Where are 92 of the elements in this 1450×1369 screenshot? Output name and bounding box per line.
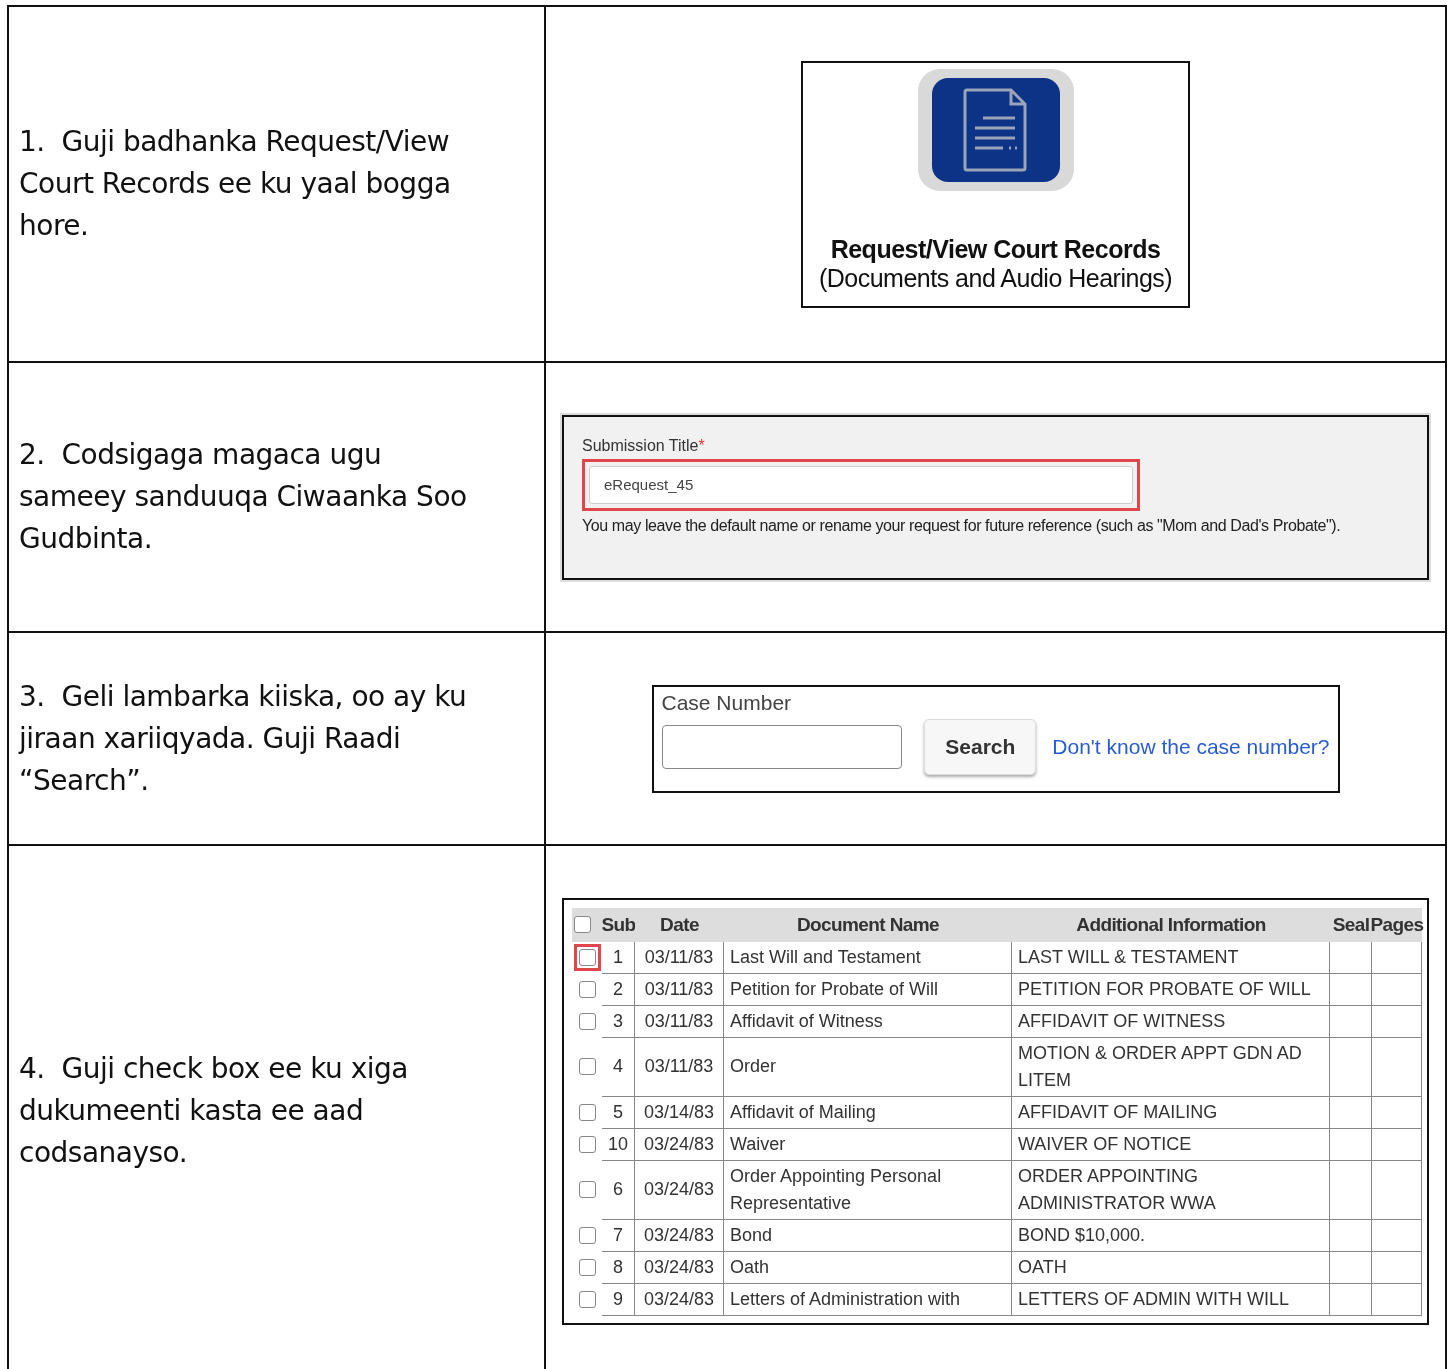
- table-cell: PETITION FOR PROBATE OF WILL: [1012, 973, 1330, 1006]
- column-header: Seal: [1330, 907, 1372, 942]
- column-header: Pages: [1372, 907, 1422, 942]
- help-link[interactable]: Don't know the case number?: [1052, 734, 1330, 759]
- table-cell: [1330, 1037, 1372, 1097]
- checkbox[interactable]: [578, 1181, 596, 1198]
- table-cell: 4: [602, 1037, 635, 1097]
- step-text: 3. Geli lambarka kiiska, oo ay ku jiraan xariiqyada. Guji Raadi “Search”.: [19, 678, 468, 799]
- table-cell: 03/14/83: [635, 1096, 724, 1129]
- checkbox[interactable]: [578, 948, 596, 966]
- column-header: Document Name: [724, 907, 1012, 942]
- table-cell: [1330, 1160, 1372, 1220]
- table-cell: OATH: [1012, 1251, 1330, 1284]
- table-cell: [1330, 1128, 1372, 1161]
- table-cell: 03/24/83: [635, 1128, 724, 1161]
- checkbox[interactable]: [578, 1103, 596, 1121]
- table-cell: 03/11/83: [635, 1005, 724, 1038]
- table-cell: Bond: [724, 1219, 1012, 1252]
- step-text: 2. Codsigaga magaca ugu sameey sanduuqa Ciwaanka Soo Gudbinta.: [19, 437, 468, 557]
- table-cell: 7: [602, 1219, 635, 1252]
- table-cell: [1372, 1128, 1422, 1161]
- checkbox[interactable]: [574, 916, 591, 933]
- table-cell: [1330, 973, 1372, 1006]
- table-cell: 03/11/83: [635, 941, 724, 974]
- table-cell: 3: [602, 1005, 635, 1038]
- table-cell: [1372, 1251, 1422, 1284]
- table-cell: MOTION & ORDER APPT GDN AD LITEM: [1012, 1037, 1330, 1097]
- case-number-field[interactable]: [661, 724, 903, 769]
- table-cell: 03/24/83: [635, 1160, 724, 1220]
- checkbox[interactable]: [578, 1258, 596, 1276]
- table-cell: Oath: [724, 1251, 1012, 1284]
- table-cell: LAST WILL & TESTAMENT: [1012, 941, 1330, 974]
- checkbox[interactable]: [578, 1226, 596, 1244]
- search-button[interactable]: Search: [924, 718, 1037, 775]
- table-cell: BOND $10,000.: [1012, 1219, 1330, 1252]
- table-cell: WAIVER OF NOTICE: [1012, 1128, 1330, 1161]
- column-header: Sub: [602, 907, 635, 942]
- table-cell: Waiver: [724, 1128, 1012, 1161]
- submission-title-field[interactable]: eRequest_45: [589, 465, 1133, 504]
- table-cell: 03/11/83: [635, 1037, 724, 1097]
- table-cell: 6: [602, 1160, 635, 1220]
- table-cell: Affidavit of Mailing: [724, 1096, 1012, 1129]
- table-cell: Letters of Administration with: [724, 1283, 1012, 1316]
- table-cell: 10: [602, 1128, 635, 1161]
- field-label: Submission Title*: [582, 436, 705, 455]
- table-cell: LETTERS OF ADMIN WITH WILL: [1012, 1283, 1330, 1316]
- checkbox[interactable]: [578, 1058, 596, 1075]
- checkbox[interactable]: [578, 1012, 596, 1030]
- table-cell: 03/24/83: [635, 1219, 724, 1252]
- table-cell: [1372, 1283, 1422, 1316]
- checkbox[interactable]: [578, 1135, 596, 1153]
- checkbox[interactable]: [578, 1290, 596, 1308]
- table-cell: [1330, 941, 1372, 974]
- table-cell: [1372, 1037, 1422, 1097]
- table-cell: 1: [602, 941, 635, 974]
- table-cell: [1372, 1005, 1422, 1038]
- table-cell: 03/11/83: [635, 973, 724, 1006]
- field-label: Case Number: [661, 690, 793, 715]
- table-cell: [1372, 1160, 1422, 1220]
- table-cell: AFFIDAVIT OF MAILING: [1012, 1096, 1330, 1129]
- table-cell: [1330, 1219, 1372, 1252]
- table-cell: Order: [724, 1037, 1012, 1097]
- table-cell: 9: [602, 1283, 635, 1316]
- tile-subtitle: (Documents and Audio Hearings): [818, 263, 1173, 293]
- checkbox[interactable]: [578, 980, 596, 998]
- table-cell: [1372, 941, 1422, 974]
- table-cell: Order Appointing Personal Representative: [724, 1160, 1012, 1220]
- table-cell: 8: [602, 1251, 635, 1284]
- table-cell: 2: [602, 973, 635, 1006]
- table-cell: ORDER APPOINTING ADMINISTRATOR WWA: [1012, 1160, 1330, 1220]
- table-cell: 5: [602, 1096, 635, 1129]
- table-cell: [1372, 973, 1422, 1006]
- app-tile[interactable]: Request/View Court Records (Documents and Audio Hearings): [801, 60, 1190, 308]
- table-cell: [1330, 1005, 1372, 1038]
- column-header: Date: [635, 907, 724, 942]
- table-cell: Affidavit of Witness: [724, 1005, 1012, 1038]
- table-cell: Petition for Probate of Will: [724, 973, 1012, 1006]
- column-header: Additional Information: [1012, 907, 1330, 942]
- step-text: 4. Guji check box ee ku xiga dukumeenti kasta ee aad codsanayso.: [19, 1051, 409, 1171]
- table-cell: [1330, 1251, 1372, 1284]
- table-cell: AFFIDAVIT OF WITNESS: [1012, 1005, 1330, 1038]
- table-cell: [1330, 1096, 1372, 1129]
- table-cell: [1330, 1283, 1372, 1316]
- tile-title: Request/View Court Records: [830, 234, 1161, 264]
- table-cell: [1372, 1219, 1422, 1252]
- help-text: You may leave the default name or rename your request for future reference (such as "Mom and Dad's Probate").: [582, 516, 1342, 535]
- document-icon: [917, 68, 1074, 191]
- table-cell: 03/24/83: [635, 1283, 724, 1316]
- table-cell: 03/24/83: [635, 1251, 724, 1284]
- table-cell: [1372, 1096, 1422, 1129]
- table-cell: Last Will and Testament: [724, 941, 1012, 974]
- step-text: 1. Guji badhanka Request/View Court Records ee ku yaal bogga hore.: [19, 124, 452, 244]
